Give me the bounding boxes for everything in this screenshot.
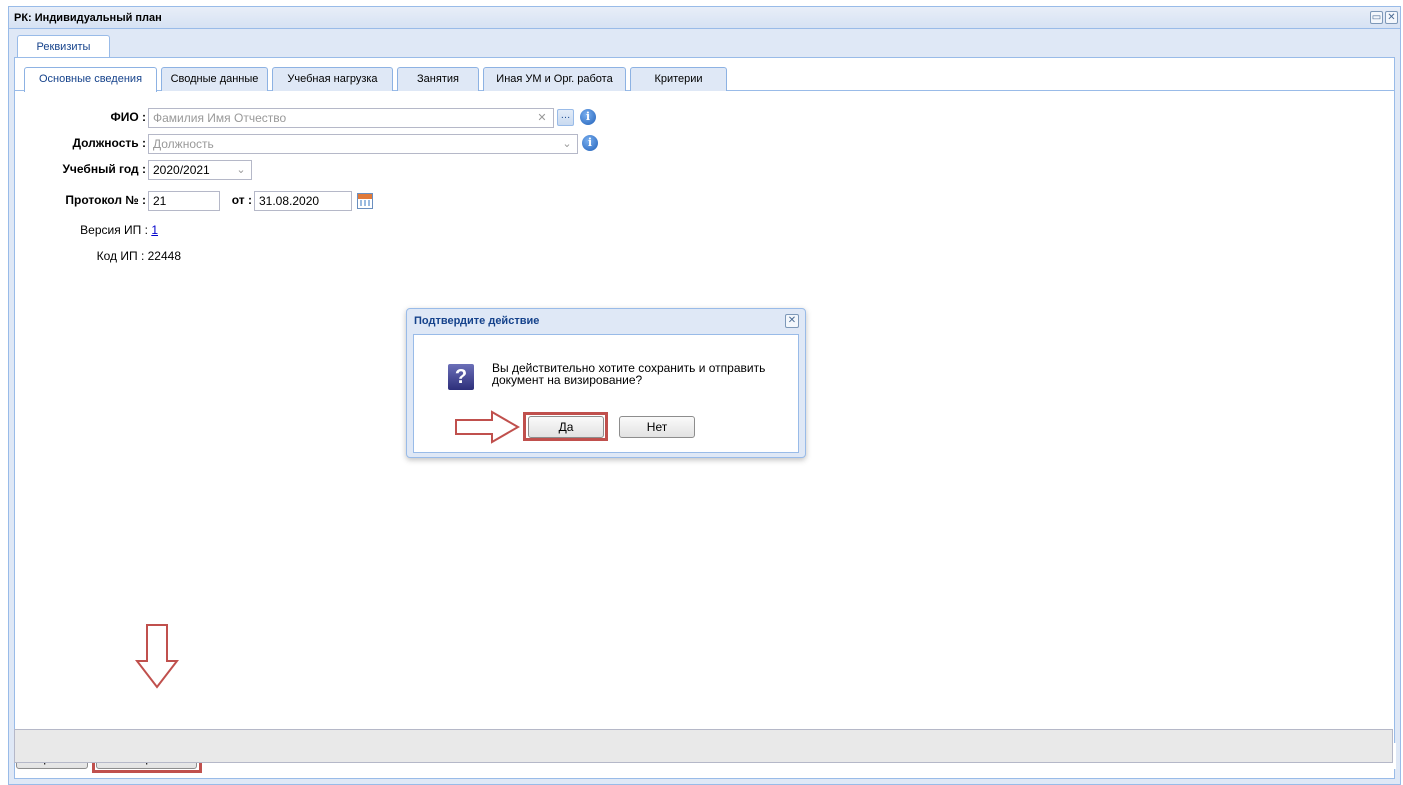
position-label: Должность : [72, 136, 146, 150]
ellipsis-button[interactable]: … [557, 109, 574, 126]
tab-classes[interactable]: Занятия [397, 67, 479, 91]
close-icon[interactable]: ✕ [785, 314, 799, 328]
fio-field[interactable]: Фамилия Имя Отчество ✕ [148, 108, 554, 128]
dialog-title: Подтвердите действие [414, 315, 540, 327]
fio-label: ФИО : [110, 110, 146, 124]
no-button[interactable]: Нет [619, 416, 695, 438]
tab-other-work[interactable]: Иная УМ и Орг. работа [483, 67, 626, 91]
tab-teaching-load[interactable]: Учебная нагрузка [272, 67, 393, 91]
info-icon[interactable]: i [580, 109, 596, 125]
window-title: РК: Индивидуальный план [14, 12, 162, 24]
position-placeholder: Должность [153, 137, 214, 151]
confirm-dialog: Подтвердите действие ✕ ? Вы действительн… [406, 308, 806, 458]
version-row: Версия ИП : 1 [35, 223, 158, 237]
year-value: 2020/2021 [153, 163, 210, 177]
fio-placeholder: Фамилия Имя Отчество [153, 111, 287, 125]
tab-criteria[interactable]: Критерии [630, 67, 727, 91]
from-label: от : [231, 193, 252, 207]
version-link[interactable]: 1 [151, 223, 158, 237]
protocol-label: Протокол № : [65, 193, 146, 207]
chevron-down-icon[interactable]: ⌄ [234, 163, 248, 177]
version-label: Версия ИП : [80, 223, 148, 237]
inner-tab-strip: Основные сведения Сводные данные Учебная… [15, 58, 1394, 92]
window-title-bar: РК: Индивидуальный план ▭ ✕ [9, 7, 1400, 29]
clear-icon[interactable]: ✕ [535, 111, 549, 125]
tab-requisites[interactable]: Реквизиты [17, 35, 110, 58]
right-arrow-annotation [455, 410, 521, 444]
chevron-down-icon[interactable]: ⌄ [560, 137, 574, 151]
tab-basic-info[interactable]: Основные сведения [24, 67, 157, 92]
down-arrow-annotation [135, 624, 179, 689]
question-icon: ? [448, 364, 474, 390]
year-label: Учебный год : [62, 162, 146, 176]
tab-summary-data[interactable]: Сводные данные [161, 67, 268, 91]
code-value: 22448 [147, 249, 181, 263]
year-select[interactable]: 2020/2021 ⌄ [148, 160, 252, 180]
protocol-number-field[interactable]: 21 [148, 191, 220, 211]
position-field[interactable]: Должность ⌄ [148, 134, 578, 154]
restore-icon[interactable]: ▭ [1370, 11, 1383, 24]
code-row: Код ИП : 22448 [35, 249, 181, 263]
yes-button[interactable]: Да [528, 416, 604, 438]
dialog-message-line2: документ на визирование? [492, 373, 643, 387]
dialog-body: ? Вы действительно хотите сохранить и от… [413, 334, 799, 453]
date-field[interactable]: 31.08.2020 [254, 191, 352, 211]
calendar-icon[interactable] [357, 193, 373, 209]
close-icon[interactable]: ✕ [1385, 11, 1398, 24]
info-icon[interactable]: i [582, 135, 598, 151]
dialog-message: Вы действительно хотите сохранить и отпр… [492, 362, 792, 386]
outer-tab-strip: Реквизиты [9, 30, 1400, 58]
status-bar [14, 729, 1393, 763]
code-label: Код ИП : [96, 249, 145, 263]
